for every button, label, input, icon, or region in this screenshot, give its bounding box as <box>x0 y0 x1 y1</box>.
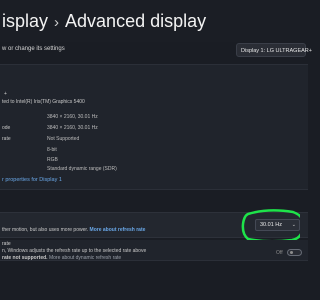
toggle-label: Off <box>276 250 283 256</box>
info-value: 3840 × 2160, 30.01 Hz <box>47 114 98 120</box>
subtitle: w or change its settings <box>2 46 65 52</box>
connected-adapter: ted to Intel(R) Iris(TM) Graphics 5400 <box>2 99 85 105</box>
info-value: RGB <box>47 157 58 163</box>
dynamic-refresh-title: rate <box>2 241 11 247</box>
info-value: Not Supported <box>47 136 80 142</box>
refresh-rate-text: ther motion, but also uses more power. <box>2 227 89 233</box>
breadcrumb-display[interactable]: isplay <box>2 11 48 31</box>
info-value: 8-bit <box>47 147 57 153</box>
info-value: Standard dynamic range (SDR) <box>47 166 117 172</box>
info-value: 3840 × 2160, 30.01 Hz <box>47 125 98 131</box>
display-select[interactable]: Display 1: LG ULTRAGEAR+ <box>236 43 312 57</box>
dynamic-refresh-description: n, Windows adjusts the refresh rate up t… <box>2 248 147 254</box>
display-info-title: + <box>4 91 7 97</box>
refresh-rate-link[interactable]: More about refresh rate <box>90 227 146 233</box>
info-key: rate <box>2 136 11 142</box>
toggle-knob <box>290 251 293 254</box>
dynamic-refresh-toggle[interactable] <box>287 249 302 256</box>
refresh-rate-description: ther motion, but also uses more power. M… <box>2 227 145 233</box>
dynamic-refresh-link[interactable]: More about dynamic refresh rate <box>49 255 121 261</box>
page-title: Advanced display <box>65 11 207 31</box>
dynamic-refresh-status: rate not supported. More about dynamic r… <box>2 255 121 261</box>
chevron-down-icon: ⌄ <box>291 222 296 228</box>
info-key: ode <box>2 125 11 131</box>
refresh-rate-select[interactable]: 30.01 Hz ⌄ <box>255 219 300 231</box>
adapter-properties-link[interactable]: r properties for Display 1 <box>2 177 62 183</box>
chevron-right-icon: › <box>54 14 60 31</box>
breadcrumb: isplay › Advanced display <box>2 11 206 32</box>
refresh-rate-value: 30.01 Hz <box>260 222 283 228</box>
dynamic-refresh-not-supported: rate not supported. <box>2 255 48 261</box>
